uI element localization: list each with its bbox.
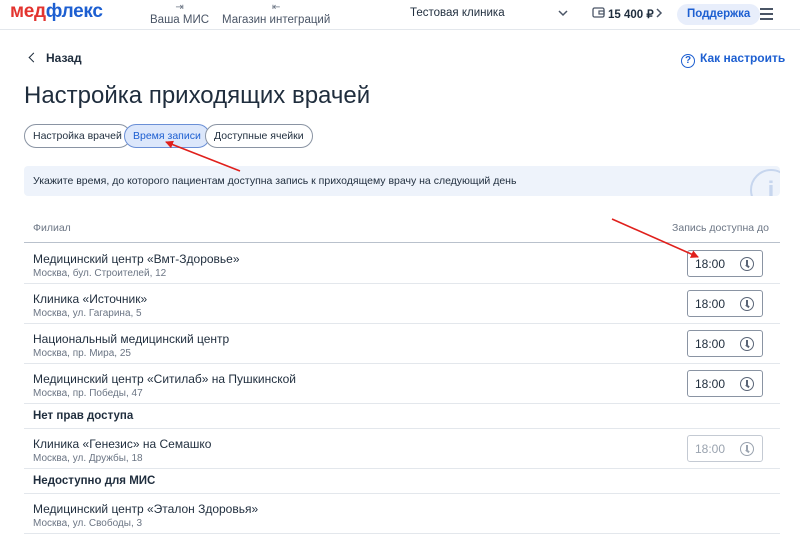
branch-name: Клиника «Генезис» на Семашко <box>33 437 212 451</box>
branch-name: Медицинский центр «Вмт-Здоровье» <box>33 252 240 266</box>
section-unavailable-title: Недоступно для МИС <box>33 475 156 487</box>
table-row: Медицинский центр «Вмт-Здоровье» Москва,… <box>24 244 780 284</box>
chevron-down-icon[interactable] <box>557 7 569 19</box>
table-row: Национальный медицинский центр Москва, п… <box>24 324 780 364</box>
nav-integrations-label: Магазин интеграций <box>222 14 331 26</box>
info-text: Укажите время, до которого пациентам дос… <box>33 175 517 187</box>
branch-address: Москва, ул. Гагарина, 5 <box>33 308 142 319</box>
clock-icon[interactable] <box>740 337 754 351</box>
table-row: Медицинский центр «Ситилаб» на Пушкинско… <box>24 364 780 404</box>
tab-booking-time[interactable]: Время записи <box>124 124 210 148</box>
time-value: 18:00 <box>695 377 726 391</box>
how-to-configure-link[interactable]: ? Как настроить <box>681 51 786 68</box>
branch-address: Москва, пр. Победы, 47 <box>33 388 143 399</box>
branch-name: Национальный медицинский центр <box>33 332 230 346</box>
back-label: Назад <box>46 51 82 65</box>
section-no-access: Нет прав доступа <box>24 405 780 429</box>
chevron-left-icon <box>28 52 39 63</box>
time-input[interactable]: 18:00 <box>687 290 763 317</box>
time-input[interactable]: 18:00 <box>687 330 763 357</box>
balance[interactable]: 15 400 ₽ <box>608 7 654 21</box>
branch-address: Москва, ул. Дружбы, 18 <box>33 453 143 464</box>
nav-your-mis-label: Ваша МИС <box>150 14 210 26</box>
back-link[interactable]: Назад <box>28 51 82 65</box>
time-input-disabled: 18:00 <box>687 435 763 462</box>
section-no-access-title: Нет прав доступа <box>33 410 134 422</box>
tab-doctor-settings[interactable]: Настройка врачей <box>24 124 131 148</box>
logo[interactable]: медфлекс <box>10 1 103 23</box>
clock-icon[interactable] <box>740 297 754 311</box>
burger-menu-icon[interactable] <box>760 8 773 23</box>
column-branch: Филиал <box>33 222 71 234</box>
column-booking-until: Запись доступна до <box>672 222 769 234</box>
clock-icon <box>740 442 754 456</box>
question-icon: ? <box>681 54 695 68</box>
section-unavailable-mis: Недоступно для МИС <box>24 470 780 494</box>
info-icon: i <box>750 169 780 196</box>
help-label: Как настроить <box>700 51 786 65</box>
page-title: Настройка приходящих врачей <box>24 82 371 109</box>
nav-integrations-store[interactable]: ⇤ Магазин интеграций <box>222 2 330 26</box>
table-row: Медицинский центр «Эталон Здоровья» Моск… <box>24 494 780 534</box>
chevron-right-icon[interactable] <box>654 7 664 19</box>
branch-address: Москва, ул. Свободы, 3 <box>33 518 143 529</box>
support-button[interactable]: Поддержка <box>677 4 761 25</box>
clock-icon[interactable] <box>740 377 754 391</box>
logout-icon: ⇥ <box>175 2 184 13</box>
branch-name: Медицинский центр «Ситилаб» на Пушкинско… <box>33 372 297 386</box>
time-value: 18:00 <box>695 337 726 351</box>
top-bar: медфлекс ⇥ Ваша МИС ⇤ Магазин интеграций… <box>0 0 800 30</box>
time-value: 18:00 <box>695 297 726 311</box>
clinic-selector[interactable]: Тестовая клиника <box>410 7 505 19</box>
time-input[interactable]: 18:00 <box>687 370 763 397</box>
table-row-disabled: Клиника «Генезис» на Семашко Москва, ул.… <box>24 429 780 469</box>
table-header: Филиал Запись доступна до <box>24 221 780 243</box>
nav-your-mis[interactable]: ⇥ Ваша МИС <box>150 2 209 26</box>
branch-address: Москва, бул. Строителей, 12 <box>33 268 167 279</box>
info-banner: Укажите время, до которого пациентам дос… <box>24 166 780 196</box>
clock-icon[interactable] <box>740 257 754 271</box>
branch-name: Клиника «Источник» <box>33 292 148 306</box>
tab-available-slots[interactable]: Доступные ячейки <box>205 124 313 148</box>
branch-address: Москва, пр. Мира, 25 <box>33 348 131 359</box>
table-row: Клиника «Источник» Москва, ул. Гагарина,… <box>24 284 780 324</box>
login-icon: ⇤ <box>271 2 281 13</box>
time-value: 18:00 <box>695 442 726 456</box>
time-input[interactable]: 18:00 <box>687 250 763 277</box>
time-value: 18:00 <box>695 257 726 271</box>
branch-name: Медицинский центр «Эталон Здоровья» <box>33 502 259 516</box>
wallet-icon <box>592 7 605 18</box>
